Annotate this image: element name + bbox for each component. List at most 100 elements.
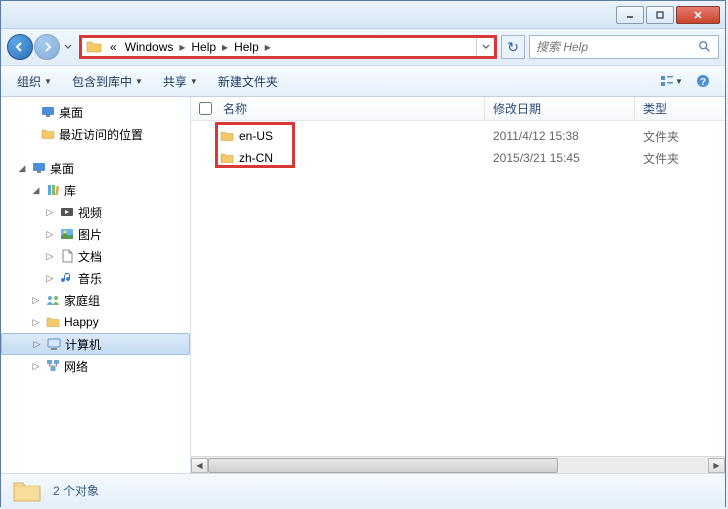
expand-icon[interactable]: ▷ [44,272,56,284]
file-name: zh-CN [239,151,273,165]
close-button[interactable] [676,6,720,24]
file-type: 文件夹 [635,128,725,145]
include-library-menu[interactable]: 包含到库中 ▼ [66,70,149,93]
file-row[interactable]: en-US 2011/4/12 15:38 文件夹 [191,125,725,147]
desktop-icon [31,160,47,176]
expand-icon[interactable]: ▷ [30,360,42,372]
expand-icon[interactable]: ▷ [31,338,43,350]
chevron-down-icon: ▼ [675,77,683,86]
address-bar[interactable]: « Windows ▸ Help ▸ Help ▸ [79,35,497,59]
expand-icon[interactable]: ▷ [30,294,42,306]
select-all-checkbox[interactable] [191,102,219,115]
file-list: en-US 2011/4/12 15:38 文件夹 zh-CN 2015/3/2… [191,121,725,456]
newfolder-label: 新建文件夹 [218,73,278,90]
folder-icon [219,128,235,144]
chevron-down-icon: ▼ [135,77,143,86]
file-pane: 名称 修改日期 类型 en-US 2011/4/12 15:38 文件夹 [191,97,725,473]
expand-icon[interactable]: ▷ [44,250,56,262]
library-icon [45,182,61,198]
column-type[interactable]: 类型 [635,97,725,120]
chevron-down-icon: ▼ [44,77,52,86]
horizontal-scrollbar: ◀ ▶ [191,456,725,473]
scroll-track[interactable] [208,458,708,473]
help-button[interactable]: ? [691,69,715,93]
tree-desktop-favorite[interactable]: 桌面 [1,101,190,123]
recent-icon [40,126,56,142]
view-options-button[interactable]: ▼ [659,69,683,93]
search-icon [698,40,712,54]
expand-icon[interactable]: ▷ [44,206,56,218]
nav-history-dropdown[interactable] [61,37,75,57]
status-count: 2 个对象 [53,482,99,499]
content-area: 桌面 最近访问的位置 ◢ 桌面 ◢ 库 ▷ [1,97,725,473]
scroll-right-button[interactable]: ▶ [708,458,725,473]
file-name: en-US [239,129,273,143]
file-date: 2015/3/21 15:45 [485,151,635,165]
back-button[interactable] [7,34,33,60]
share-label: 共享 [163,73,187,90]
breadcrumb-prefix[interactable]: « [106,38,121,56]
titlebar [1,1,725,29]
column-date[interactable]: 修改日期 [485,97,635,120]
tree-computer[interactable]: ▷ 计算机 [1,333,190,355]
search-box[interactable] [529,35,719,59]
refresh-button[interactable]: ↻ [501,35,525,59]
chevron-down-icon: ▼ [190,77,198,86]
collapse-icon[interactable]: ◢ [30,184,42,196]
tree-recent[interactable]: 最近访问的位置 [1,123,190,145]
tree-user-happy[interactable]: ▷ Happy [1,311,190,333]
share-menu[interactable]: 共享 ▼ [157,70,204,93]
folder-icon [11,475,43,507]
address-dropdown[interactable] [476,38,494,56]
column-headers: 名称 修改日期 类型 [191,97,725,121]
tree-music[interactable]: ▷ 音乐 [1,267,190,289]
breadcrumb-item[interactable]: Help [187,38,220,56]
breadcrumb-item[interactable]: Windows [121,38,178,56]
music-icon [59,270,75,286]
forward-button[interactable] [34,34,60,60]
nav-row: « Windows ▸ Help ▸ Help ▸ ↻ [1,29,725,65]
nav-tree: 桌面 最近访问的位置 ◢ 桌面 ◢ 库 ▷ [1,97,191,473]
nav-arrows [7,34,75,60]
tree-pictures[interactable]: ▷ 图片 [1,223,190,245]
new-folder-button[interactable]: 新建文件夹 [212,70,284,93]
organize-menu[interactable]: 组织 ▼ [11,70,58,93]
expand-icon[interactable]: ▷ [44,228,56,240]
tree-library[interactable]: ◢ 库 [1,179,190,201]
chevron-right-icon[interactable]: ▸ [220,40,230,54]
collapse-icon[interactable]: ◢ [16,162,28,174]
file-type: 文件夹 [635,150,725,167]
tree-homegroup[interactable]: ▷ 家庭组 [1,289,190,311]
statusbar: 2 个对象 [1,473,725,507]
chevron-right-icon[interactable]: ▸ [177,40,187,54]
folder-icon [219,150,235,166]
tree-documents[interactable]: ▷ 文档 [1,245,190,267]
minimize-button[interactable] [616,6,644,24]
column-name[interactable]: 名称 [219,97,485,120]
breadcrumb-item[interactable]: Help [230,38,263,56]
homegroup-icon [45,292,61,308]
tree-desktop[interactable]: ◢ 桌面 [1,157,190,179]
scroll-left-button[interactable]: ◀ [191,458,208,473]
explorer-window: « Windows ▸ Help ▸ Help ▸ ↻ 组织 ▼ 包含到库 [0,0,726,507]
toolbar: 组织 ▼ 包含到库中 ▼ 共享 ▼ 新建文件夹 ▼ ? [1,65,725,97]
chevron-right-icon[interactable]: ▸ [263,40,273,54]
svg-text:?: ? [700,77,706,88]
include-label: 包含到库中 [72,73,132,90]
scroll-thumb[interactable] [208,458,558,473]
video-icon [59,204,75,220]
tree-video[interactable]: ▷ 视频 [1,201,190,223]
folder-icon [86,39,102,55]
tree-network[interactable]: ▷ 网络 [1,355,190,377]
expand-icon[interactable]: ▷ [30,316,42,328]
organize-label: 组织 [17,73,41,90]
user-folder-icon [45,314,61,330]
pictures-icon [59,226,75,242]
desktop-icon [40,104,56,120]
search-input[interactable] [536,40,698,54]
computer-icon [46,336,62,352]
file-row[interactable]: zh-CN 2015/3/21 15:45 文件夹 [191,147,725,169]
network-icon [45,358,61,374]
maximize-button[interactable] [646,6,674,24]
file-date: 2011/4/12 15:38 [485,129,635,143]
